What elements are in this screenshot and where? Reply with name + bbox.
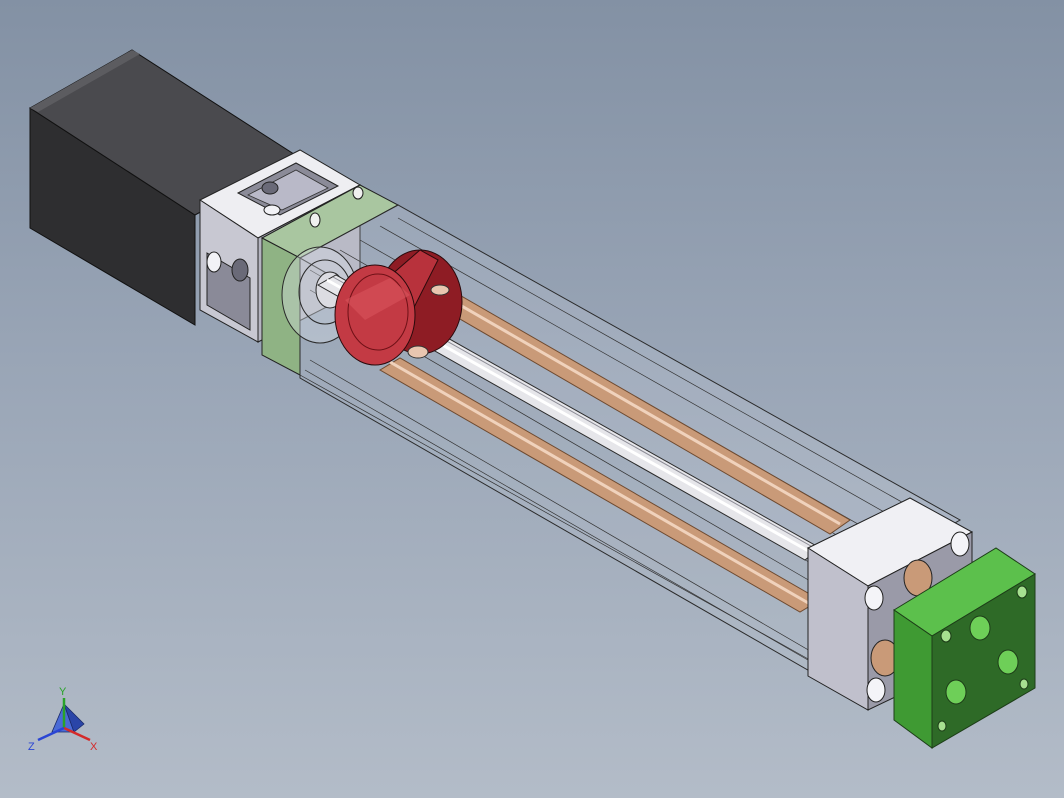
linear-actuator-model[interactable] bbox=[0, 0, 1064, 798]
x-axis-label: X bbox=[90, 741, 98, 753]
3d-viewport[interactable]: Y X Z bbox=[0, 0, 1064, 798]
z-axis-label: Z bbox=[28, 741, 35, 753]
z-axis-line bbox=[37, 726, 65, 742]
y-axis-label: Y bbox=[59, 686, 67, 698]
coordinate-triad: Y X Z bbox=[22, 684, 112, 769]
